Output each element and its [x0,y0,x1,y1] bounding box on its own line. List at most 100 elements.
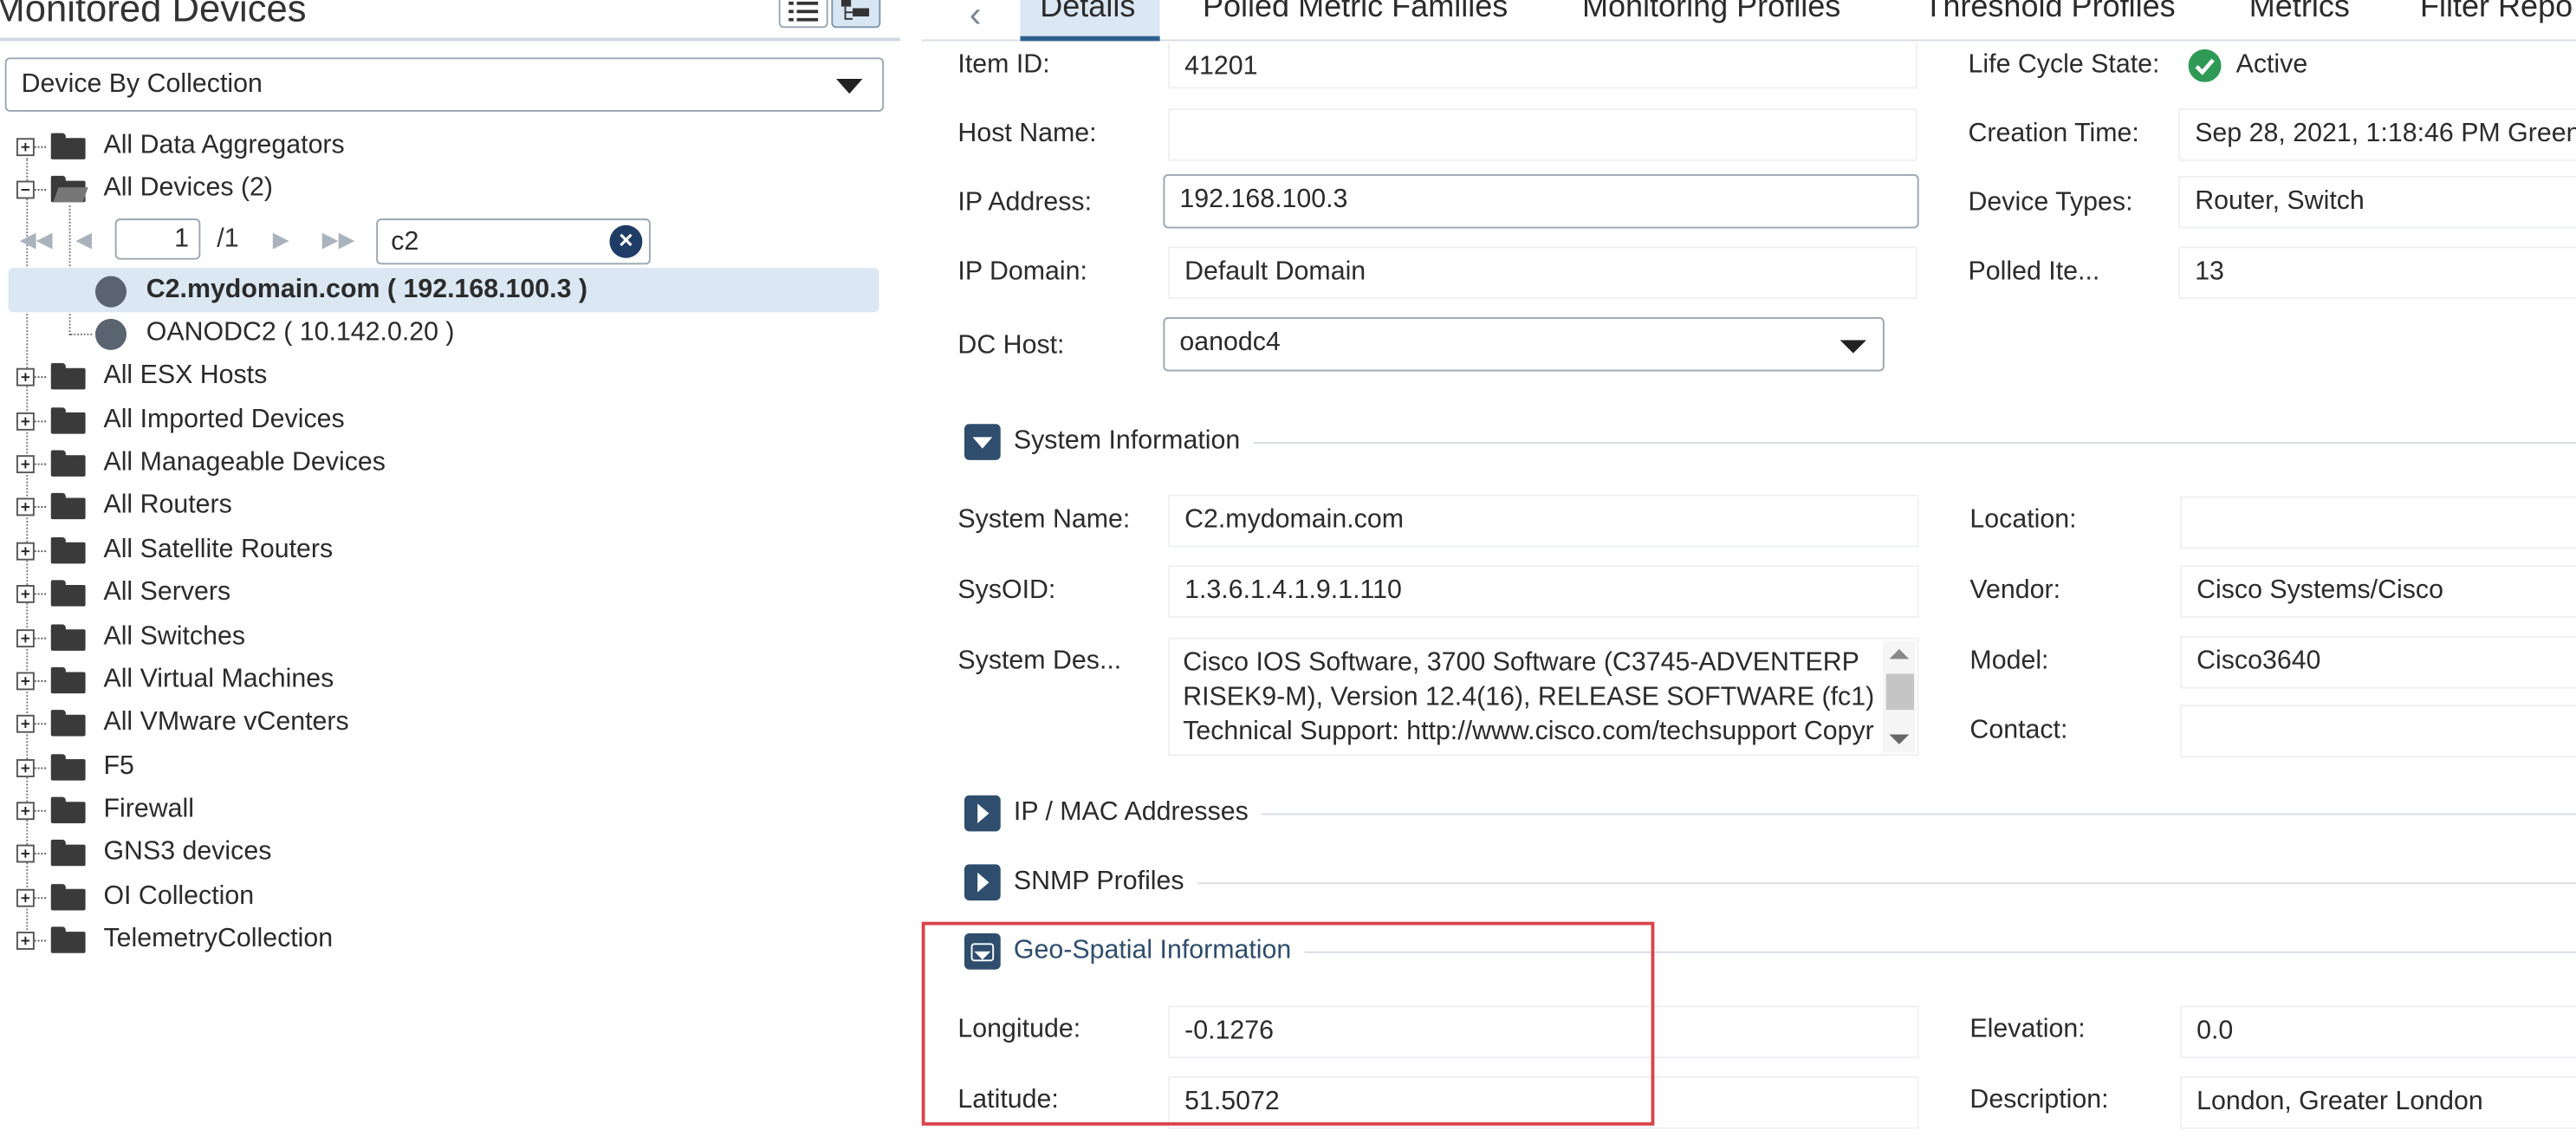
ip-address-input[interactable]: 192.168.100.3 [1163,173,1919,229]
device-label: OANODC2 ( 10.142.0.20 ) [146,318,455,348]
folder-icon [50,666,86,694]
next-page-icon[interactable]: ▶ [273,227,289,253]
device-status-icon [94,275,127,307]
tree-item-all-manageable-devices[interactable]: All Manageable Devices [16,445,386,482]
tree-item-label: All Data Aggregators [103,131,345,159]
active-tab-indicator [1020,36,1160,42]
collapse-icon[interactable] [16,179,35,198]
device-row-c2[interactable]: C2.mydomain.com ( 192.168.100.3 ) [94,273,588,309]
elevation-field: 0.0 [2180,1005,2576,1059]
page-number-input[interactable]: 1 [114,218,201,260]
tab-polled-metric-families[interactable]: Polled Metric Families [1203,0,1508,26]
chevron-down-icon [1840,340,1866,354]
tree-item-all-devices[interactable]: All Devices (2) [16,171,273,207]
tree-item-all-data-aggregators[interactable]: All Data Aggregators [16,128,345,165]
expand-icon[interactable] [16,367,35,386]
tree-item-all-switches[interactable]: All Switches [16,620,245,656]
tree-item-label: All Routers [103,491,232,520]
life-cycle-field: Active [2188,49,2307,82]
expand-icon[interactable] [16,411,35,430]
ip-address-label: IP Address: [957,189,1093,218]
tree-item-label: GNS3 devices [103,838,272,867]
expand-icon[interactable] [16,931,35,949]
description-label: Description: [1969,1086,2109,1114]
device-search-input[interactable]: c2 × [376,218,651,265]
tree-item-firewall[interactable]: Firewall [16,792,194,828]
snmp-section-header[interactable]: SNMP Profiles [964,862,2576,902]
folder-icon [50,710,86,737]
ip-mac-section-header[interactable]: IP / MAC Addresses [964,794,2576,834]
folder-icon [50,796,86,823]
collection-dropdown[interactable]: Device By Collection [4,57,885,112]
expand-icon[interactable] [16,628,35,647]
tree-item-oi-collection[interactable]: OI Collection [16,879,254,915]
last-page-icon[interactable]: ▶▶ [322,227,355,253]
expand-icon[interactable] [16,497,35,516]
model-label: Model: [1969,647,2049,676]
tree-item-all-servers[interactable]: All Servers [16,575,230,612]
scrollbar[interactable] [1882,640,1916,753]
tab-details[interactable]: Details [1040,0,1135,26]
life-cycle-label: Life Cycle State: [1968,50,2160,80]
device-label: C2.mydomain.com ( 192.168.100.3 ) [146,276,588,304]
dc-host-select[interactable]: oanodc4 [1163,316,1885,372]
collection-dropdown-value: Device By Collection [21,69,263,98]
scrollbar-thumb[interactable] [1885,673,1914,711]
expand-icon[interactable] [16,801,35,820]
dc-host-label: DC Host: [957,332,1065,361]
expand-icon[interactable] [16,137,35,156]
description-field: London, Greater London [2180,1075,2576,1129]
device-row-oanodc2[interactable]: OANODC2 ( 10.142.0.20 ) [94,315,455,352]
tree-item-all-esx-hosts[interactable]: All ESX Hosts [16,358,267,394]
tree-item-f5[interactable]: F5 [16,750,134,786]
section-title: System Information [1013,426,1241,456]
expand-icon[interactable] [16,887,35,906]
collapse-section-icon[interactable] [964,424,1001,460]
elevation-label: Elevation: [1969,1015,2086,1044]
expand-icon[interactable] [16,454,35,473]
folder-open-icon [50,175,88,203]
tab-threshold-profiles[interactable]: Threshold Profiles [1924,0,2175,26]
scroll-up-icon[interactable] [1889,648,1910,659]
expand-icon[interactable] [16,713,35,732]
tab-filter-reports[interactable]: Filter Repo [2420,0,2573,26]
expand-icon[interactable] [16,843,35,862]
tab-monitoring-profiles[interactable]: Monitoring Profiles [1582,0,1840,26]
vendor-label: Vendor: [1969,576,2061,605]
folder-icon [50,926,86,953]
expand-section-icon[interactable] [964,795,1001,832]
tree-item-telemetry-collection[interactable]: TelemetryCollection [16,922,333,958]
folder-icon [50,624,86,651]
folder-icon [50,492,86,520]
page-total: /1 [217,224,239,253]
location-label: Location: [1969,505,2077,535]
expand-icon[interactable] [16,671,35,690]
tree-item-all-virtual-machines[interactable]: All Virtual Machines [16,662,334,698]
expand-icon[interactable] [16,584,35,602]
list-view-button[interactable] [778,0,828,29]
system-name-field: C2.mydomain.com [1168,494,1919,548]
expand-icon[interactable] [16,541,35,560]
tree-item-all-satellite-routers[interactable]: All Satellite Routers [16,532,333,568]
item-id-field: 41201 [1168,42,1917,89]
tab-metrics[interactable]: Metrics [2249,0,2350,26]
tree-item-all-vmware-vcenters[interactable]: All VMware vCenters [16,705,349,741]
scroll-down-icon[interactable] [1889,734,1910,744]
tree-item-label: All Switches [103,622,245,651]
tree-item-gns3-devices[interactable]: GNS3 devices [16,835,271,871]
tree-view-button[interactable] [831,0,881,29]
tree-item-all-routers[interactable]: All Routers [16,488,232,524]
system-description-field[interactable]: Cisco IOS Software, 3700 Software (C3745… [1168,637,1919,757]
folder-icon [50,839,86,867]
prev-page-icon[interactable]: ◀ [75,227,92,253]
ip-domain-field: Default Domain [1168,246,1917,300]
first-page-icon[interactable]: ◀◀ [20,227,53,253]
expand-icon[interactable] [16,758,35,776]
chevron-left-icon[interactable]: ‹ [970,0,982,36]
expand-section-icon[interactable] [964,864,1001,901]
clear-search-icon[interactable]: × [609,224,643,258]
creation-time-field: Sep 28, 2021, 1:18:46 PM Green [2178,108,2576,161]
tree-item-label: OI Collection [103,882,255,911]
system-info-section-header[interactable]: System Information [964,422,2576,462]
tree-item-all-imported-devices[interactable]: All Imported Devices [16,403,345,439]
